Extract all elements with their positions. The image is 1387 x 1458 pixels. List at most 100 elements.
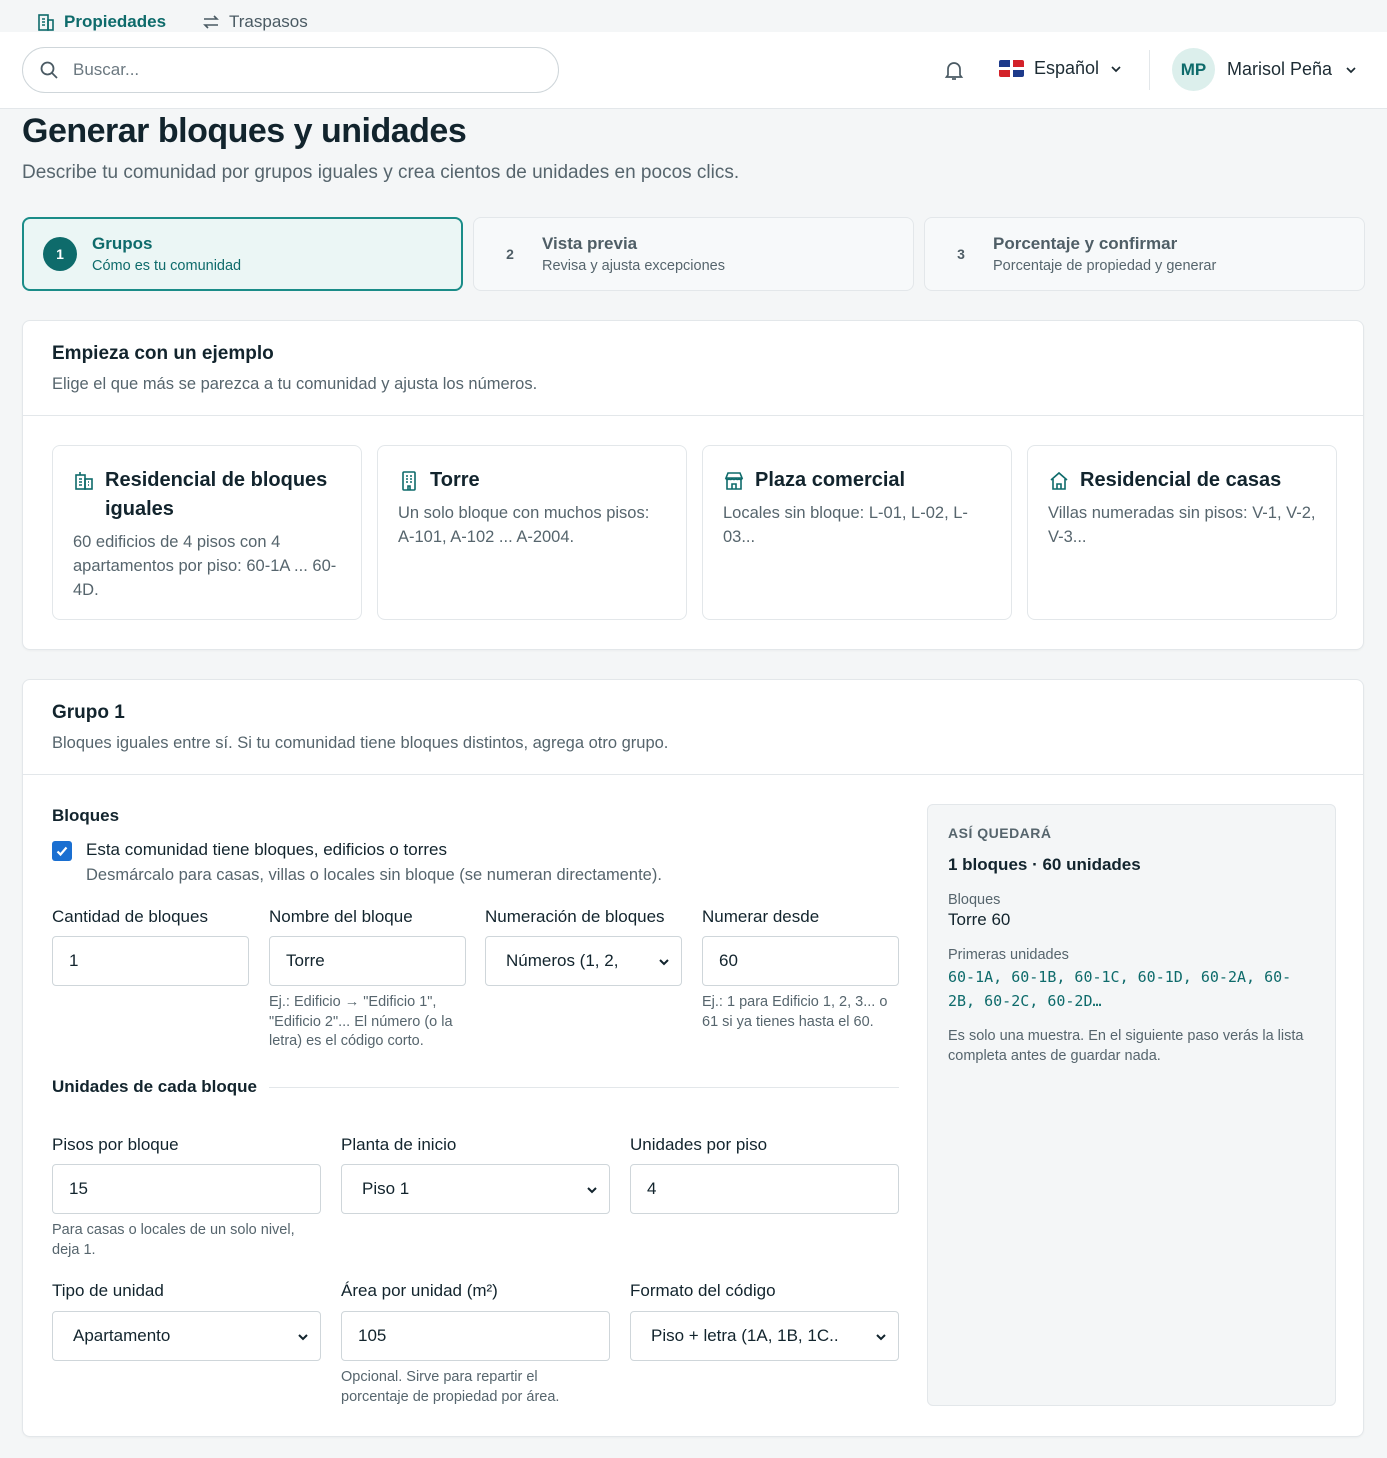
swap-icon xyxy=(203,15,219,29)
block-name-hint: Ej.: Edificio → "Edificio 1", "Edificio … xyxy=(269,994,453,1049)
has-blocks-desc: Desmárcalo para casas, villas o locales … xyxy=(86,866,662,884)
floors-value: 15 xyxy=(69,1179,88,1198)
floors-input[interactable]: 15 xyxy=(52,1164,321,1214)
check-icon xyxy=(56,846,68,857)
start-floor-label: Planta de inicio xyxy=(341,1135,457,1154)
topbar-divider xyxy=(1149,50,1150,90)
template-plaza-comercial[interactable]: Plaza comercial Locales sin bloque: L-01… xyxy=(702,445,1012,620)
template-torre[interactable]: Torre Un solo bloque con muchos pisos: A… xyxy=(377,445,687,620)
preview-note: Es solo una muestra. En el siguiente pas… xyxy=(948,1028,1304,1064)
chevron-down-icon xyxy=(876,1334,886,1341)
page-title: Generar bloques y unidades xyxy=(22,112,467,150)
unit-type-value: Apartamento xyxy=(73,1326,171,1345)
preview-units-value: 60-1A, 60-1B, 60-1C, 60-1D, 60-2A, 60-2B… xyxy=(948,968,1292,1010)
block-name-input[interactable]: Torre xyxy=(269,936,466,986)
store-icon xyxy=(724,472,744,490)
block-numbering-value: Números (1, 2, xyxy=(506,951,619,970)
number-from-input[interactable]: 60 xyxy=(702,936,899,986)
group-title: Grupo 1 xyxy=(52,702,125,723)
search-icon xyxy=(40,61,58,79)
flag-icon xyxy=(999,60,1024,77)
start-floor-select[interactable]: Piso 1 xyxy=(341,1164,610,1214)
area-input[interactable]: 105 xyxy=(341,1311,610,1361)
search-input[interactable] xyxy=(73,60,513,80)
block-numbering-select[interactable]: Números (1, 2, xyxy=(485,936,682,986)
template-title: Residencial de casas xyxy=(1080,469,1282,491)
step-number: 2 xyxy=(506,246,514,262)
top-bar: Español MP Marisol Peña xyxy=(0,32,1387,109)
tower-icon xyxy=(402,471,416,491)
examples-card: Empieza con un ejemplo Elige el que más … xyxy=(22,320,1364,650)
number-from-hint: Ej.: 1 para Edificio 1, 2, 3... o 61 si … xyxy=(702,994,888,1030)
examples-header: Empieza con un ejemplo Elige el que más … xyxy=(23,321,1363,416)
avatar: MP xyxy=(1172,48,1215,91)
buildings-icon xyxy=(75,472,93,490)
chevron-down-icon xyxy=(1346,66,1356,73)
preview-units-label: Primeras unidades xyxy=(948,947,1069,963)
language-label: Español xyxy=(1034,58,1100,78)
chevron-down-icon xyxy=(587,1187,597,1194)
block-count-value: 1 xyxy=(69,951,79,970)
group-card: Grupo 1 Bloques iguales entre sí. Si tu … xyxy=(22,679,1364,1437)
area-value: 105 xyxy=(358,1326,387,1345)
step-number: 3 xyxy=(957,246,965,262)
number-from-value: 60 xyxy=(719,951,738,970)
language-selector[interactable]: Español xyxy=(999,58,1123,79)
step-vista-previa[interactable]: 2 Vista previa Revisa y ajusta excepcion… xyxy=(473,217,914,291)
code-format-label: Formato del código xyxy=(630,1281,776,1300)
has-blocks-label: Esta comunidad tiene bloques, edificios … xyxy=(86,840,447,859)
has-blocks-checkbox[interactable] xyxy=(52,841,72,861)
template-title: Torre xyxy=(430,469,480,491)
group-header: Grupo 1 Bloques iguales entre sí. Si tu … xyxy=(23,680,1363,775)
step-grupos[interactable]: 1 Grupos Cómo es tu comunidad xyxy=(22,217,463,291)
step-title: Porcentaje y confirmar xyxy=(993,234,1178,253)
step-desc: Cómo es tu comunidad xyxy=(92,258,242,274)
block-count-label: Cantidad de bloques xyxy=(52,907,208,926)
units-section-title: Unidades de cada bloque xyxy=(52,1077,257,1096)
bell-icon[interactable] xyxy=(942,58,966,82)
template-desc: 60 edificios de 4 pisos con 4 apartament… xyxy=(73,533,337,599)
template-title: Residencial de bloques iguales xyxy=(105,469,328,520)
preview-eyebrow: ASÍ QUEDARÁ xyxy=(948,825,1052,841)
user-menu[interactable]: MP Marisol Peña xyxy=(1172,48,1358,91)
preview-blocks-value: Torre 60 xyxy=(948,910,1011,929)
section-nav: Propiedades Traspasos xyxy=(0,0,1387,32)
block-name-value: Torre xyxy=(286,951,325,970)
units-per-floor-input[interactable]: 4 xyxy=(630,1164,899,1214)
unit-type-label: Tipo de unidad xyxy=(52,1281,164,1300)
nav-traspasos-label: Traspasos xyxy=(229,12,308,31)
step-number: 1 xyxy=(43,237,77,271)
step-porcentaje[interactable]: 3 Porcentaje y confirmar Porcentaje de p… xyxy=(924,217,1365,291)
nav-propiedades[interactable]: Propiedades xyxy=(36,12,166,32)
template-residencial-casas[interactable]: Residencial de casas Villas numeradas si… xyxy=(1027,445,1337,620)
preview-summary: 1 bloques · 60 unidades xyxy=(948,855,1141,874)
step-title: Grupos xyxy=(92,234,153,253)
floors-hint: Para casas o locales de un solo nivel, d… xyxy=(52,1222,295,1258)
group-subtitle: Bloques iguales entre sí. Si tu comunida… xyxy=(52,734,669,752)
chevron-down-icon xyxy=(298,1334,308,1341)
step-desc: Revisa y ajusta excepciones xyxy=(542,258,725,274)
template-residencial-bloques[interactable]: Residencial de bloques iguales 60 edific… xyxy=(52,445,362,620)
block-count-input[interactable]: 1 xyxy=(52,936,249,986)
template-title: Plaza comercial xyxy=(755,469,906,491)
chevron-down-icon xyxy=(659,959,669,966)
nav-traspasos[interactable]: Traspasos xyxy=(201,12,308,32)
units-per-floor-value: 4 xyxy=(647,1179,657,1198)
template-desc: Villas numeradas sin pisos: V-1, V-2, V-… xyxy=(1048,504,1316,546)
block-numbering-label: Numeración de bloques xyxy=(485,907,665,926)
template-desc: Un solo bloque con muchos pisos: A-101, … xyxy=(398,504,650,546)
house-icon xyxy=(1050,471,1068,490)
step-desc: Porcentaje de propiedad y generar xyxy=(993,258,1217,274)
section-divider xyxy=(269,1087,899,1088)
has-blocks-option: Esta comunidad tiene bloques, edificios … xyxy=(52,840,662,885)
step-title: Vista previa xyxy=(542,234,638,253)
code-format-select[interactable]: Piso + letra (1A, 1B, 1C.. xyxy=(630,1311,899,1361)
blocks-section-title: Bloques xyxy=(52,806,120,825)
examples-title: Empieza con un ejemplo xyxy=(52,343,274,364)
search-box[interactable] xyxy=(22,47,559,93)
start-floor-value: Piso 1 xyxy=(362,1179,410,1198)
units-per-floor-label: Unidades por piso xyxy=(630,1135,768,1154)
unit-type-select[interactable]: Apartamento xyxy=(52,1311,321,1361)
user-name: Marisol Peña xyxy=(1227,59,1333,79)
number-from-label: Numerar desde xyxy=(702,907,820,926)
